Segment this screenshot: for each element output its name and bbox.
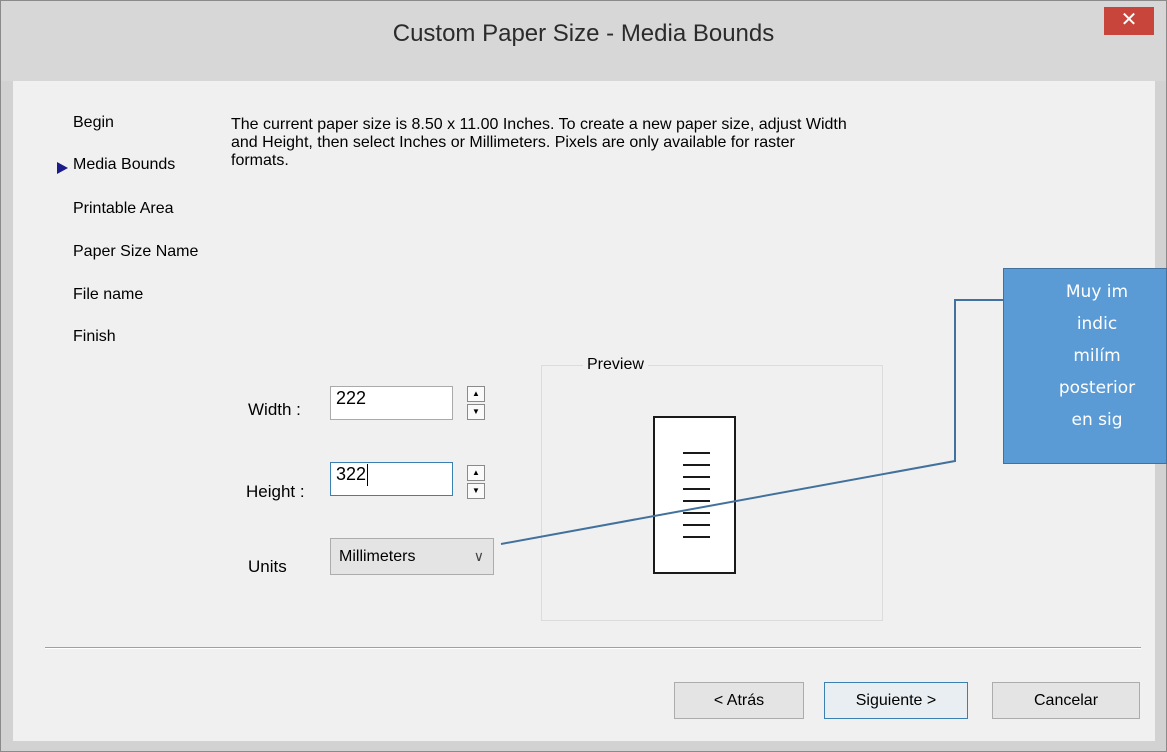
callout-text-line: en sig xyxy=(1071,410,1123,430)
callout-leader-line xyxy=(500,299,1003,545)
callout-text-line: posterior xyxy=(1058,378,1136,398)
callout-text-line: Muy im xyxy=(1065,282,1129,302)
callout-text-line: milím xyxy=(1073,346,1121,366)
annotation-callout: Muy im indic milím posterior en sig xyxy=(1003,268,1167,464)
callout-connector xyxy=(500,299,1003,545)
callout-text-line: indic xyxy=(1076,314,1118,334)
